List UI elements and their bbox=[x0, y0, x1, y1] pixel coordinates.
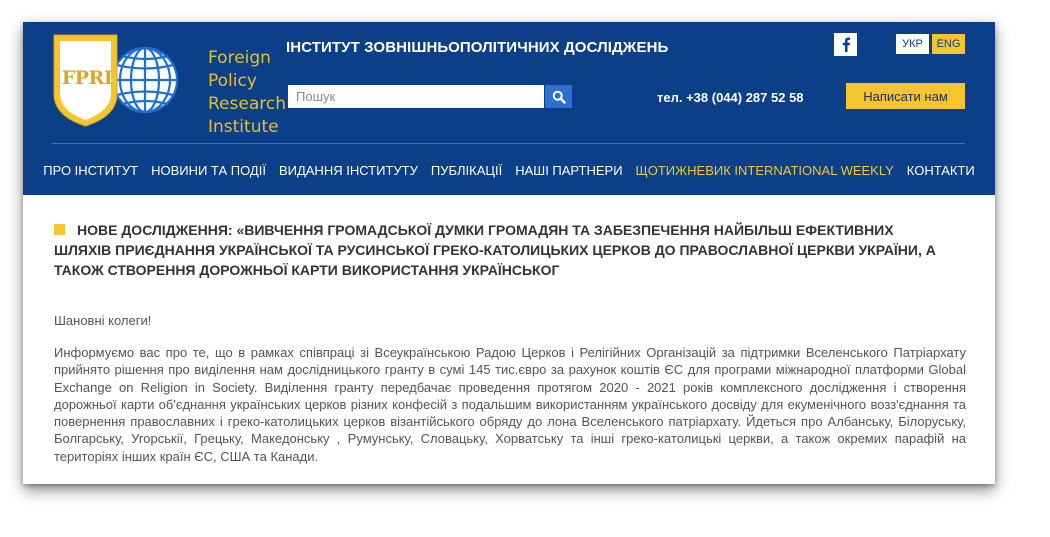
page-frame: FPRI Foreign Policy Research Institute І… bbox=[23, 22, 995, 484]
logo-text: Foreign Policy Research Institute bbox=[208, 47, 286, 139]
main-nav: ПРО ІНСТИТУТ НОВИНИ ТА ПОДІЇ ВИДАННЯ ІНС… bbox=[23, 163, 995, 181]
logo[interactable]: FPRI Foreign Policy Research Institute bbox=[51, 32, 286, 137]
language-eng[interactable]: ENG bbox=[932, 34, 965, 54]
logo-line-4: Institute bbox=[208, 117, 279, 137]
logo-line-2: Policy bbox=[208, 71, 257, 91]
nav-item-publications[interactable]: ПУБЛІКАЦІЇ bbox=[431, 163, 502, 181]
facebook-icon bbox=[842, 37, 850, 52]
write-us-button[interactable]: Написати нам bbox=[846, 83, 965, 109]
language-ukr[interactable]: УКР bbox=[896, 34, 929, 54]
nav-item-weekly[interactable]: ЩОТИЖНЕВИК INTERNATIONAL WEEKLY bbox=[636, 163, 894, 181]
search-button[interactable] bbox=[545, 85, 572, 108]
facebook-button[interactable] bbox=[834, 33, 857, 56]
search-input[interactable] bbox=[288, 85, 544, 108]
search-bar bbox=[288, 85, 572, 108]
logo-line-1: Foreign bbox=[208, 48, 271, 68]
nav-item-news[interactable]: НОВИНИ ТА ПОДІЇ bbox=[151, 163, 266, 181]
article-body: Информуємо вас про те, що в рамках співп… bbox=[54, 345, 966, 464]
nav-item-publications-institute[interactable]: ВИДАННЯ ІНСТИТУТУ bbox=[279, 163, 418, 181]
site-header: FPRI Foreign Policy Research Institute І… bbox=[23, 22, 995, 195]
article-title-text: НОВЕ ДОСЛІДЖЕННЯ: «ВИВЧЕННЯ ГРОМАДСЬКОЇ … bbox=[54, 222, 936, 278]
search-icon bbox=[552, 90, 566, 104]
logo-abbreviation: FPRI bbox=[61, 67, 113, 89]
nav-item-about[interactable]: ПРО ІНСТИТУТ bbox=[43, 163, 138, 181]
article-title: НОВЕ ДОСЛІДЖЕННЯ: «ВИВЧЕННЯ ГРОМАДСЬКОЇ … bbox=[54, 220, 954, 280]
header-divider bbox=[52, 143, 965, 144]
title-marker-icon bbox=[54, 224, 65, 235]
nav-item-contacts[interactable]: КОНТАКТИ bbox=[907, 163, 975, 181]
logo-line-3: Research bbox=[208, 94, 286, 114]
article-greeting: Шановні колеги! bbox=[54, 313, 152, 328]
nav-item-partners[interactable]: НАШІ ПАРТНЕРИ bbox=[515, 163, 622, 181]
phone-number[interactable]: тел. +38 (044) 287 52 58 bbox=[657, 90, 804, 105]
site-title[interactable]: ІНСТИТУТ ЗОВНІШНЬОПОЛІТИЧНИХ ДОСЛІДЖЕНЬ bbox=[286, 39, 668, 56]
